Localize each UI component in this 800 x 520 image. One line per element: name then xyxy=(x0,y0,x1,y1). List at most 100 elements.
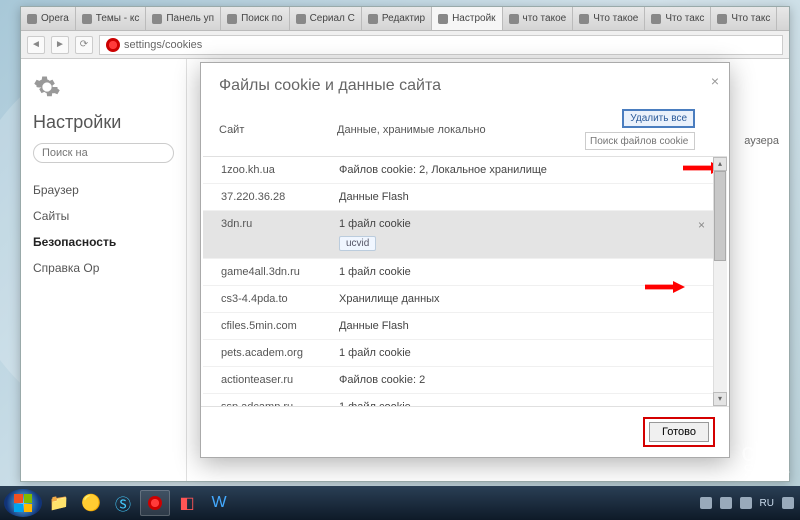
browser-tab[interactable]: Что такс xyxy=(645,7,711,30)
nav-reload-button[interactable]: ⟳ xyxy=(75,36,93,54)
scroll-down-button[interactable]: ▾ xyxy=(713,392,727,406)
scrollbar-track[interactable]: ▴ ▾ xyxy=(713,157,727,406)
settings-sidebar: Настройки БраузерСайтыБезопасностьСправк… xyxy=(21,59,187,481)
data-cell: 1 файл cookie xyxy=(339,401,693,406)
nav-forward-button[interactable]: ► xyxy=(51,36,69,54)
tray-icon[interactable] xyxy=(782,497,794,509)
cookie-row[interactable]: cfiles.5min.comДанные Flash xyxy=(203,313,727,340)
tab-favicon-icon xyxy=(152,14,162,24)
row-delete-button[interactable]: × xyxy=(698,218,705,232)
start-button[interactable] xyxy=(4,489,42,517)
tab-favicon-icon xyxy=(509,14,519,24)
scroll-up-button[interactable]: ▴ xyxy=(713,157,727,171)
tab-favicon-icon xyxy=(82,14,92,24)
cookie-tag[interactable]: ucvid xyxy=(339,236,376,251)
cookie-row[interactable]: actionteaser.ruФайлов cookie: 2 xyxy=(203,367,727,394)
task-explorer-icon[interactable]: 📁 xyxy=(44,490,74,516)
data-cell: Данные Flash xyxy=(339,320,693,332)
tab-label: Что такое xyxy=(593,13,638,24)
browser-tab[interactable]: Панель уп xyxy=(146,7,221,30)
cookie-row[interactable]: game4all.3dn.ru1 файл cookie xyxy=(203,259,727,286)
browser-tab[interactable]: Настройк xyxy=(432,7,502,30)
url-field[interactable]: settings/cookies xyxy=(99,35,783,55)
column-site-header: Сайт xyxy=(219,124,337,136)
task-word-icon[interactable]: W xyxy=(204,490,234,516)
browser-tab[interactable]: Редактир xyxy=(362,7,432,30)
browser-tab[interactable]: Поиск по xyxy=(221,7,289,30)
data-cell: Данные Flash xyxy=(339,191,693,203)
address-bar: ◄ ► ⟳ settings/cookies xyxy=(21,31,789,59)
tab-label: что такое xyxy=(523,13,567,24)
cookies-dialog: × Файлы cookie и данные сайта Сайт Данны… xyxy=(200,62,730,458)
browser-tab[interactable]: Что такс xyxy=(711,7,777,30)
tab-bar: Opera Темы - кс Панель уп Поиск по Сериал С Р… xyxy=(21,7,789,31)
dialog-close-button[interactable]: × xyxy=(711,73,719,89)
sidebar-item[interactable]: Сайты xyxy=(33,203,174,229)
data-cell: Файлов cookie: 2 xyxy=(339,374,693,386)
system-tray[interactable]: RU xyxy=(700,486,794,520)
data-cell: Хранилище данных xyxy=(339,293,693,305)
data-cell: 1 файл cookieucvid xyxy=(339,218,693,251)
task-skype-icon[interactable]: Ⓢ xyxy=(108,490,138,516)
data-cell: 1 файл cookie xyxy=(339,347,693,359)
cookie-row[interactable]: cs3-4.4pda.toХранилище данных xyxy=(203,286,727,313)
tab-favicon-icon xyxy=(717,14,727,24)
task-opera-icon[interactable] xyxy=(140,490,170,516)
sidebar-item[interactable]: Браузер xyxy=(33,177,174,203)
dialog-header: Сайт Данные, хранимые локально Удалить в… xyxy=(201,105,729,156)
nav-back-button[interactable]: ◄ xyxy=(27,36,45,54)
gear-icon xyxy=(33,73,61,101)
column-data-header: Данные, хранимые локально xyxy=(337,124,585,136)
scrollbar-thumb[interactable] xyxy=(714,171,726,261)
tray-icon[interactable] xyxy=(720,497,732,509)
cookie-list[interactable]: ▴ ▾ 1zoo.kh.uaФайлов cookie: 2, Локально… xyxy=(203,156,727,406)
site-cell: 1zoo.kh.ua xyxy=(221,164,339,176)
tray-icon[interactable] xyxy=(740,497,752,509)
tray-language[interactable]: RU xyxy=(760,498,774,509)
tab-favicon-icon xyxy=(227,14,237,24)
sidebar-item[interactable]: Справка Op xyxy=(33,255,174,281)
site-cell: 3dn.ru xyxy=(221,218,339,251)
browser-tab[interactable]: что такое xyxy=(503,7,574,30)
watermark: clubSovet xyxy=(741,437,792,478)
browser-tab[interactable]: Темы - кс xyxy=(76,7,147,30)
tab-label: Настройк xyxy=(452,13,495,24)
tab-favicon-icon xyxy=(579,14,589,24)
browser-tab[interactable]: Opera xyxy=(21,7,76,30)
task-chrome-icon[interactable]: 🟡 xyxy=(76,490,106,516)
done-button[interactable]: Готово xyxy=(649,422,709,442)
browser-tab[interactable]: Сериал С xyxy=(290,7,362,30)
cookie-row[interactable]: 1zoo.kh.uaФайлов cookie: 2, Локальное хр… xyxy=(203,157,727,184)
dialog-title: Файлы cookie и данные сайта xyxy=(201,63,729,105)
tab-label: Что такс xyxy=(665,13,704,24)
tab-label: Поиск по xyxy=(241,13,282,24)
browser-tab[interactable]: Что такое xyxy=(573,7,645,30)
site-cell: game4all.3dn.ru xyxy=(221,266,339,278)
site-cell: pets.academ.org xyxy=(221,347,339,359)
tab-favicon-icon xyxy=(368,14,378,24)
cookie-row[interactable]: 3dn.ru1 файл cookieucvid × xyxy=(203,211,727,259)
tab-label: Что такс xyxy=(731,13,770,24)
tab-label: Панель уп xyxy=(166,13,214,24)
task-app-icon[interactable]: ◧ xyxy=(172,490,202,516)
opera-icon xyxy=(106,38,120,52)
data-cell: Файлов cookie: 2, Локальное хранилище xyxy=(339,164,693,176)
tab-label: Темы - кс xyxy=(96,13,140,24)
cookie-row[interactable]: 37.220.36.28Данные Flash xyxy=(203,184,727,211)
site-cell: ssp.adcamp.ru xyxy=(221,401,339,406)
sidebar-title: Настройки xyxy=(33,112,174,133)
cookie-search-input[interactable] xyxy=(585,132,695,150)
cookie-row[interactable]: ssp.adcamp.ru1 файл cookie xyxy=(203,394,727,406)
taskbar[interactable]: 📁 🟡 Ⓢ ◧ W RU xyxy=(0,486,800,520)
url-text: settings/cookies xyxy=(124,39,202,51)
settings-search-input[interactable] xyxy=(33,143,174,163)
cookie-row[interactable]: pets.academ.org1 файл cookie xyxy=(203,340,727,367)
tray-icon[interactable] xyxy=(700,497,712,509)
done-button-highlight: Готово xyxy=(643,417,715,447)
tab-label: Сериал С xyxy=(310,13,355,24)
truncated-text: аузера xyxy=(744,135,779,147)
delete-all-button[interactable]: Удалить все xyxy=(622,109,695,128)
data-cell: 1 файл cookie xyxy=(339,266,693,278)
dialog-footer: Готово xyxy=(201,406,729,457)
sidebar-item[interactable]: Безопасность xyxy=(33,229,174,255)
